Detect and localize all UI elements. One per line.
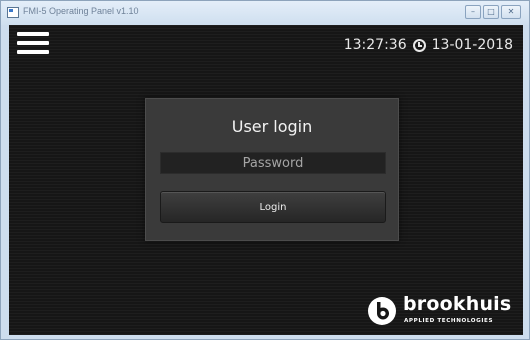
date-time-display: 13:27:36 13-01-2018 xyxy=(344,35,513,55)
minimize-button[interactable]: – xyxy=(465,5,481,19)
app-icon xyxy=(7,7,19,18)
close-button[interactable]: ✕ xyxy=(501,5,521,19)
brand-name: brookhuis xyxy=(403,293,512,315)
login-panel: User login Login xyxy=(145,98,399,241)
login-button[interactable]: Login xyxy=(160,191,386,223)
password-field[interactable] xyxy=(160,152,386,174)
menu-bar xyxy=(17,32,49,36)
app-window: FMI-5 Operating Panel v1.10 – □ ✕ 13:27:… xyxy=(0,0,530,340)
date-text: 13-01-2018 xyxy=(431,37,513,53)
window-controls: – □ ✕ xyxy=(465,5,521,19)
menu-bar xyxy=(17,50,49,54)
menu-bar xyxy=(17,41,49,45)
window-titlebar[interactable]: FMI-5 Operating Panel v1.10 – □ ✕ xyxy=(1,1,529,25)
brand-tagline: APPLIED TECHNOLOGIES xyxy=(404,318,494,324)
brookhuis-logo-icon xyxy=(368,297,396,325)
brookhuis-logo: brookhuis APPLIED TECHNOLOGIES xyxy=(367,293,515,329)
operating-panel: 13:27:36 13-01-2018 User login Login bro… xyxy=(9,25,523,335)
hamburger-menu-icon[interactable] xyxy=(17,29,49,57)
clock-icon xyxy=(412,38,426,52)
window-title: FMI-5 Operating Panel v1.10 xyxy=(23,6,139,16)
login-title: User login xyxy=(231,117,313,136)
maximize-button[interactable]: □ xyxy=(483,5,499,19)
time-text: 13:27:36 xyxy=(343,37,407,53)
